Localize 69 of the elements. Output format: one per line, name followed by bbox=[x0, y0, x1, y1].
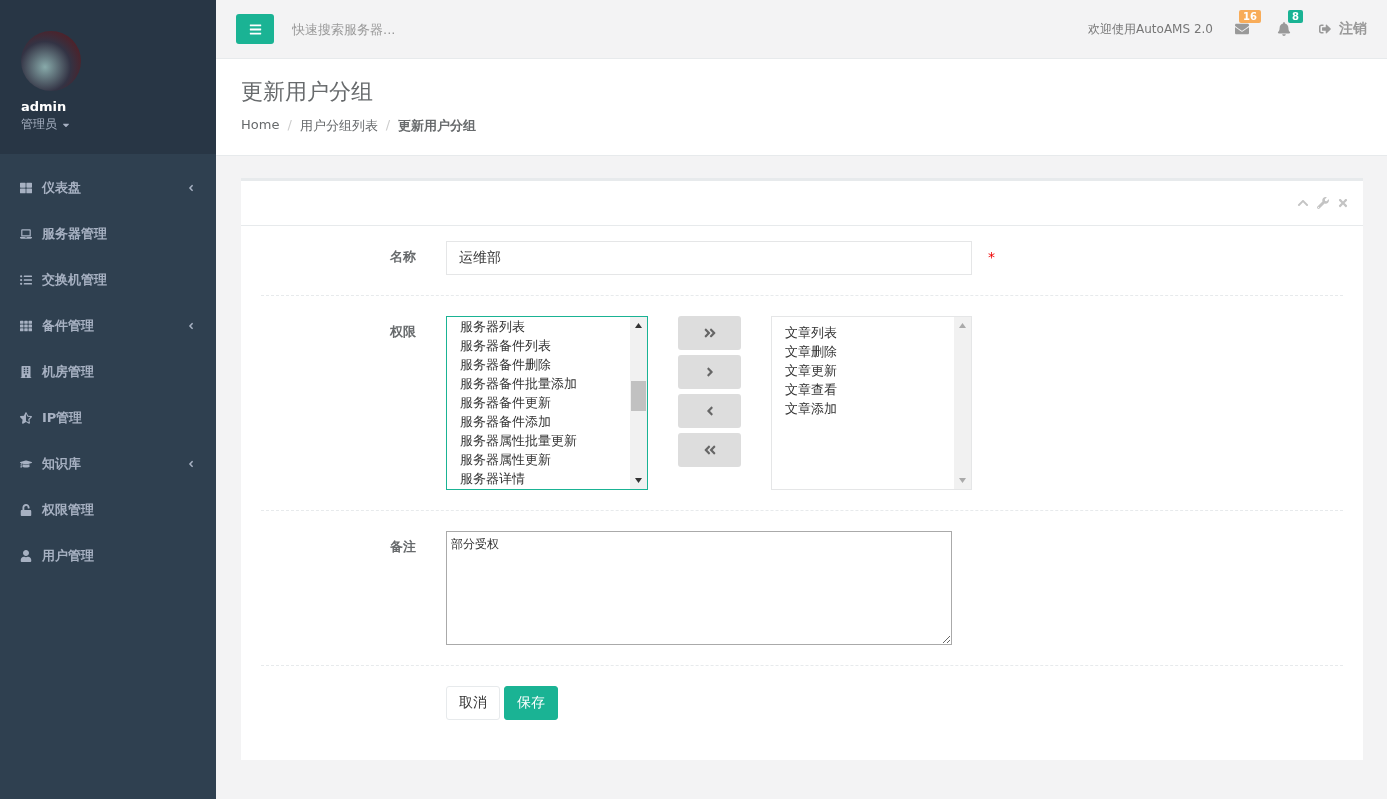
list-option[interactable]: 服务器属性批量更新 bbox=[460, 431, 577, 450]
available-permissions-list[interactable]: 服务器列表 服务器备件列表 服务器备件删除 服务器备件批量添加 服务器备件更新 服务器备件添加 服务器属性批量更新 服务器属性更新 服务器详情 bbox=[446, 316, 648, 490]
list-option[interactable]: 文章添加 bbox=[785, 399, 837, 418]
welcome-text: 欢迎使用AutoAMS 2.0 bbox=[1088, 20, 1213, 38]
required-mark: * bbox=[988, 249, 995, 267]
field-label: 备注 bbox=[389, 538, 417, 556]
double-chevron-left-icon bbox=[702, 443, 717, 457]
sign-out-icon bbox=[1319, 23, 1331, 35]
grid-icon bbox=[20, 320, 32, 332]
bell-icon[interactable] bbox=[1277, 22, 1291, 36]
list-option[interactable]: 服务器属性更新 bbox=[460, 450, 551, 469]
star-icon bbox=[20, 412, 32, 424]
name-field[interactable]: 运维部 bbox=[446, 241, 972, 275]
note-field[interactable]: 部分受权 bbox=[446, 531, 952, 645]
sidebar-item[interactable]: 机房管理 bbox=[0, 349, 216, 395]
laptop-icon bbox=[20, 228, 32, 240]
sidebar-item[interactable]: 仪表盘 bbox=[0, 165, 216, 211]
sidebar-item[interactable]: 服务器管理 bbox=[0, 211, 216, 257]
list-option[interactable]: 服务器备件列表 bbox=[460, 336, 551, 355]
grid-icon bbox=[20, 182, 32, 194]
collapse-icon[interactable] bbox=[1297, 197, 1309, 209]
breadcrumb-link[interactable]: Home bbox=[241, 117, 280, 135]
list-option[interactable]: 文章列表 bbox=[785, 323, 837, 342]
close-icon[interactable] bbox=[1337, 197, 1349, 209]
list-option[interactable]: 文章查看 bbox=[785, 380, 837, 399]
user-role-dropdown[interactable]: 管理员 bbox=[21, 116, 216, 133]
double-chevron-right-icon bbox=[702, 326, 717, 340]
list-icon bbox=[20, 274, 32, 286]
alert-count-badge: 8 bbox=[1288, 10, 1303, 23]
list-option[interactable]: 服务器列表 bbox=[460, 317, 525, 336]
move-right-button[interactable] bbox=[678, 355, 741, 389]
field-label: 权限 bbox=[389, 323, 417, 341]
sidebar-item[interactable]: 备件管理 bbox=[0, 303, 216, 349]
list-option[interactable]: 文章删除 bbox=[785, 342, 837, 361]
user-icon bbox=[20, 550, 32, 562]
mail-icon[interactable] bbox=[1235, 22, 1249, 36]
list-option[interactable]: 服务器备件添加 bbox=[460, 412, 551, 431]
list-option[interactable]: 服务器备件删除 bbox=[460, 355, 551, 374]
lock-icon bbox=[20, 504, 32, 516]
sidebar-item[interactable]: IP管理 bbox=[0, 395, 216, 441]
graduation-cap-icon bbox=[20, 458, 32, 470]
move-all-left-button[interactable] bbox=[678, 433, 741, 467]
field-label: 名称 bbox=[389, 248, 417, 266]
chosen-permissions-list[interactable]: 文章列表 文章删除 文章更新 文章查看 文章添加 bbox=[771, 316, 972, 490]
sidebar-item[interactable]: 交换机管理 bbox=[0, 257, 216, 303]
list-option[interactable]: 服务器详情 bbox=[460, 469, 525, 488]
breadcrumb-separator: / bbox=[287, 117, 292, 134]
menu-icon bbox=[248, 22, 262, 36]
breadcrumb-link[interactable]: 更新用户分组 bbox=[398, 117, 477, 135]
menu-button[interactable] bbox=[236, 14, 274, 44]
sidebar-item[interactable]: 用户管理 bbox=[0, 533, 216, 579]
move-all-right-button[interactable] bbox=[678, 316, 741, 350]
scrollbar-drawing[interactable] bbox=[954, 317, 971, 489]
breadcrumb-separator: / bbox=[385, 117, 391, 134]
sidebar-item[interactable]: 权限管理 bbox=[0, 487, 216, 533]
breadcrumb-link[interactable]: 用户分组列表 bbox=[299, 117, 378, 135]
list-option[interactable]: 服务器备件更新 bbox=[460, 393, 551, 412]
page-title: 更新用户分组 bbox=[241, 78, 374, 106]
list-option[interactable]: 文章更新 bbox=[785, 361, 837, 380]
scrollbar-drawing[interactable] bbox=[630, 317, 647, 489]
mail-count-badge: 16 bbox=[1239, 10, 1261, 23]
wrench-icon[interactable] bbox=[1317, 197, 1329, 209]
cancel-button[interactable]: 取消 bbox=[446, 686, 500, 720]
list-option[interactable]: 服务器备件批量添加 bbox=[460, 374, 577, 393]
move-left-button[interactable] bbox=[678, 394, 741, 428]
sidebar-item[interactable]: 知识库 bbox=[0, 441, 216, 487]
building-icon bbox=[20, 366, 32, 378]
user-name: admin bbox=[21, 99, 68, 114]
search-field[interactable]: 快速搜索服务器... bbox=[290, 20, 590, 38]
